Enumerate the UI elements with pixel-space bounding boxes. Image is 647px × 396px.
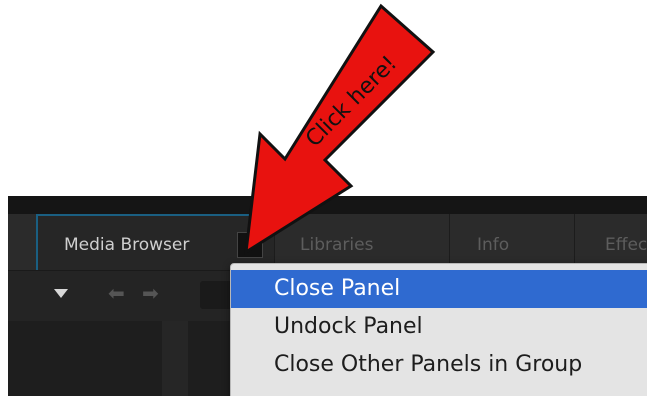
tab-effects[interactable]: Effec	[605, 214, 647, 270]
back-arrow-icon[interactable]: ⬅	[108, 284, 125, 304]
panel-context-menu: Close Panel Undock Panel Close Other Pan…	[230, 263, 647, 396]
panel-menu-button[interactable]: ≡	[237, 232, 263, 258]
tab-divider	[574, 214, 575, 270]
callout-text: Click here!	[301, 51, 402, 152]
forward-arrow-icon[interactable]: ➡	[142, 284, 159, 304]
screenshot: Media Browser ≡ Libraries Info Effec ⬅ ➡	[0, 0, 647, 396]
tab-divider	[449, 214, 450, 270]
window-top-bar	[8, 196, 647, 214]
column-divider[interactable]	[162, 321, 188, 396]
menu-item-undock-panel[interactable]: Undock Panel	[231, 308, 647, 346]
dropdown-icon[interactable]	[54, 289, 68, 298]
tab-label: Media Browser	[64, 235, 190, 255]
tab-label: Libraries	[300, 235, 374, 255]
menu-item-close-panel[interactable]: Close Panel	[231, 270, 647, 308]
tab-label: Effec	[605, 235, 647, 255]
menu-item-close-other-panels[interactable]: Close Other Panels in Group	[231, 346, 647, 384]
tab-info[interactable]: Info	[477, 214, 509, 270]
tab-label: Info	[477, 235, 510, 255]
tab-libraries[interactable]: Libraries	[300, 214, 373, 270]
tab-divider	[274, 214, 275, 270]
